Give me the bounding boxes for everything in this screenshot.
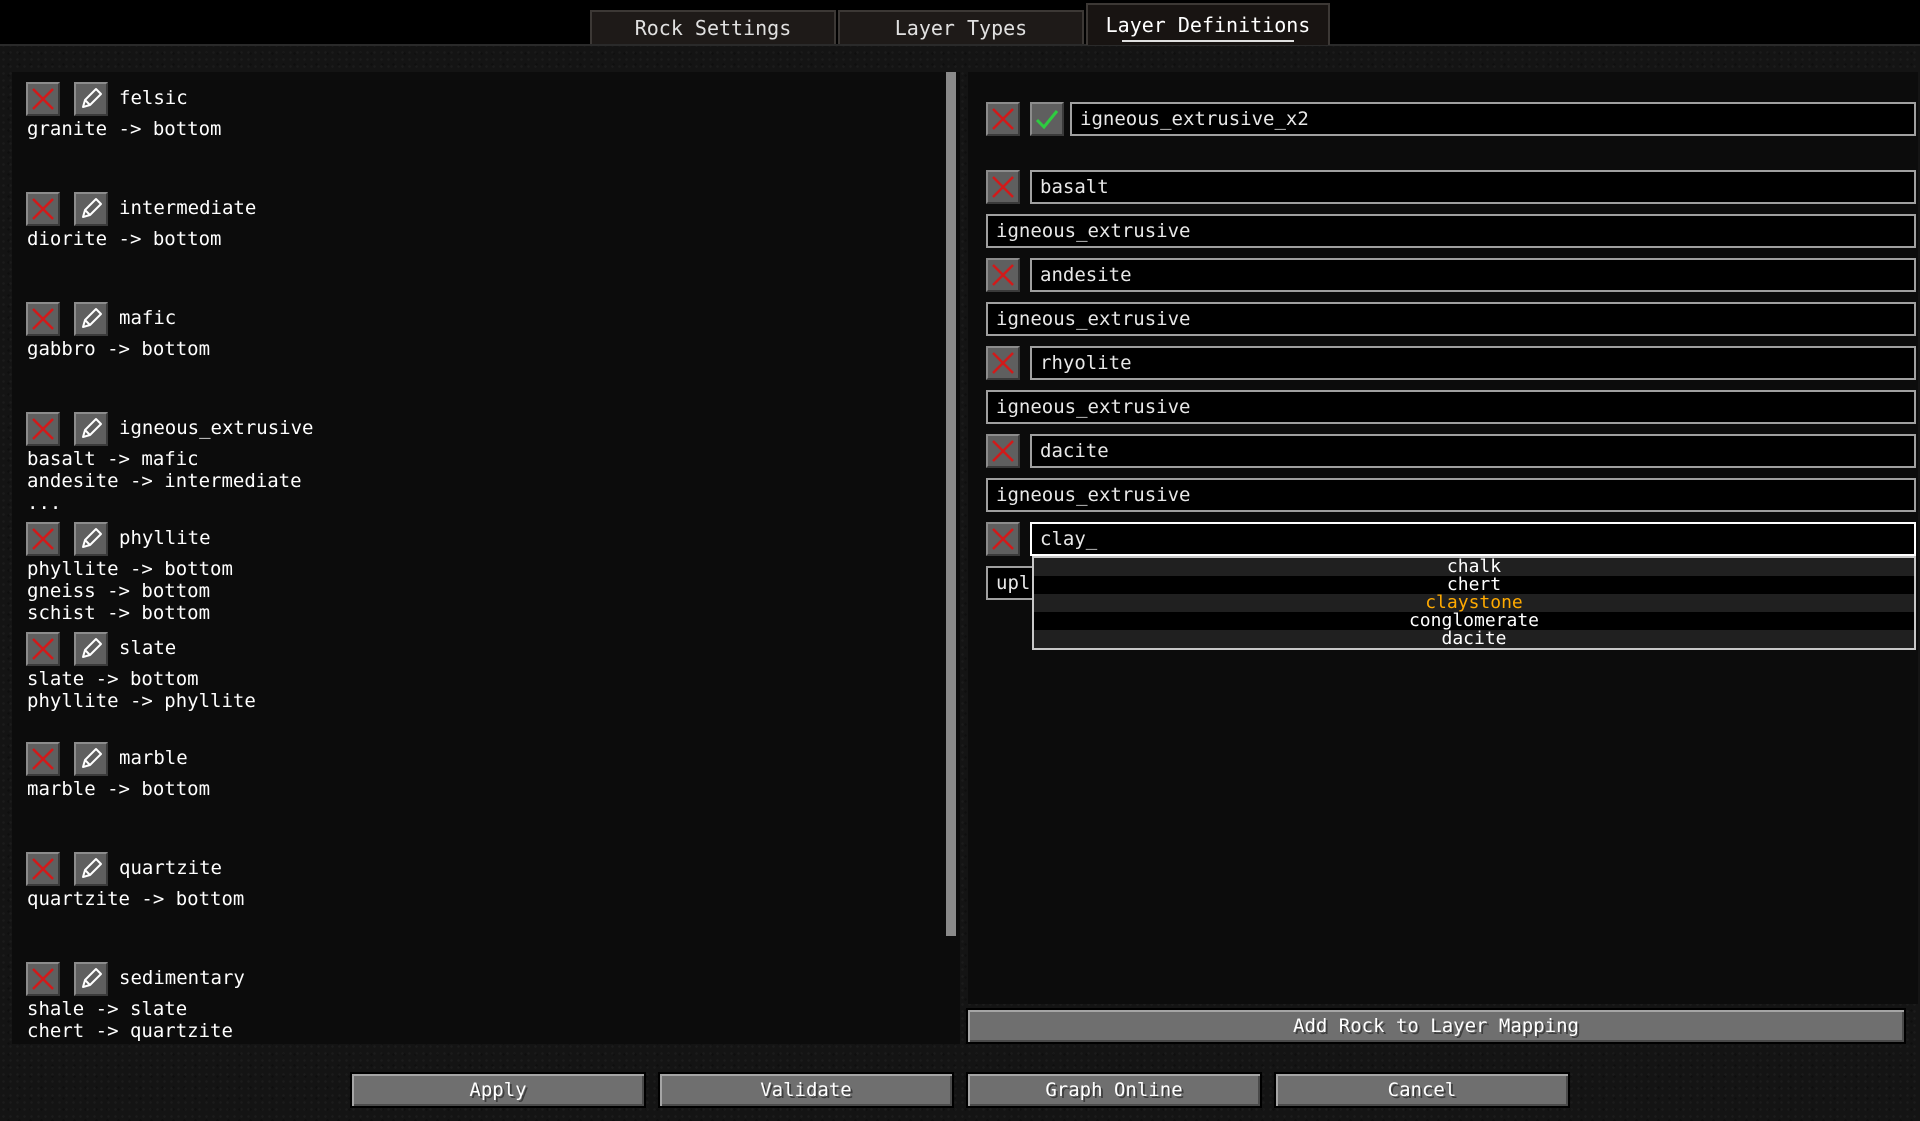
- pencil-icon: [82, 198, 102, 218]
- rock-input[interactable]: rhyolite: [1030, 346, 1916, 380]
- edit-layer-button[interactable]: [74, 82, 108, 116]
- delete-mapping-button[interactable]: [986, 434, 1020, 468]
- layer-mapping-line: basalt -> mafic: [27, 448, 199, 470]
- layer-name: intermediate: [119, 197, 257, 219]
- pencil-icon: [82, 748, 102, 768]
- edit-layer-button[interactable]: [74, 632, 108, 666]
- delete-x-icon: [32, 198, 54, 220]
- layer-name: igneous_extrusive: [119, 417, 314, 439]
- delete-x-icon: [992, 528, 1014, 550]
- pencil-icon: [82, 418, 102, 438]
- layer-name: felsic: [119, 87, 188, 109]
- tab-label: Layer Types: [894, 16, 1028, 40]
- layer-name: mafic: [119, 307, 177, 329]
- layer-name: quartzite: [119, 857, 222, 879]
- rock-input[interactable]: dacite: [1030, 434, 1916, 468]
- edit-layer-button[interactable]: [74, 742, 108, 776]
- delete-x-icon: [992, 352, 1014, 374]
- delete-layer-button[interactable]: [26, 742, 60, 776]
- layer-mapping-line: andesite -> intermediate: [27, 470, 302, 492]
- delete-x-icon: [32, 528, 54, 550]
- layer-mapping-line: schist -> bottom: [27, 602, 211, 624]
- rock-input[interactable]: clay_: [1030, 522, 1916, 556]
- autocomplete-option[interactable]: dacite: [1034, 630, 1914, 648]
- layer-mapping-line: shale -> slate: [27, 998, 188, 1020]
- pencil-icon: [82, 308, 102, 328]
- checkmark-icon: [1035, 110, 1059, 130]
- pencil-icon: [82, 858, 102, 878]
- delete-layer-button[interactable]: [26, 302, 60, 336]
- rock-input[interactable]: andesite: [1030, 258, 1916, 292]
- layer-mapping-line: slate -> bottom: [27, 668, 199, 690]
- layer-name: phyllite: [119, 527, 211, 549]
- scrollbar-thumb[interactable]: [946, 72, 956, 936]
- layer-input[interactable]: igneous_extrusive: [986, 302, 1916, 336]
- pencil-icon: [82, 528, 102, 548]
- layer-mapping-line: diorite -> bottom: [27, 228, 222, 250]
- tab-rock-settings[interactable]: Rock Settings: [590, 10, 836, 44]
- delete-layer-button[interactable]: [26, 192, 60, 226]
- edit-layer-button[interactable]: [74, 412, 108, 446]
- edit-layer-button[interactable]: [74, 522, 108, 556]
- layer-mapping-line: quartzite -> bottom: [27, 888, 245, 910]
- cancel-button[interactable]: Cancel: [1274, 1072, 1570, 1108]
- autocomplete-dropdown[interactable]: chalk chert claystone conglomerate dacite: [1032, 556, 1916, 650]
- layer-name: sedimentary: [119, 967, 245, 989]
- delete-layer-button[interactable]: [26, 412, 60, 446]
- delete-x-icon: [992, 176, 1014, 198]
- layer-mapping-line: marble -> bottom: [27, 778, 211, 800]
- delete-layer-button[interactable]: [26, 962, 60, 996]
- delete-x-icon: [992, 440, 1014, 462]
- pencil-icon: [82, 968, 102, 988]
- delete-layer-button[interactable]: [26, 82, 60, 116]
- layer-name: slate: [119, 637, 177, 659]
- tab-layer-definitions[interactable]: Layer Definitions: [1086, 3, 1330, 45]
- edit-layer-button[interactable]: [74, 852, 108, 886]
- delete-layer-button[interactable]: [26, 632, 60, 666]
- delete-x-icon: [992, 264, 1014, 286]
- rock-input[interactable]: basalt: [1030, 170, 1916, 204]
- layer-input[interactable]: igneous_extrusive: [986, 214, 1916, 248]
- confirm-button[interactable]: [1030, 102, 1064, 136]
- layer-mapping-line: phyllite -> phyllite: [27, 690, 256, 712]
- edit-layer-button[interactable]: [74, 962, 108, 996]
- add-rock-mapping-button[interactable]: Add Rock to Layer Mapping: [966, 1008, 1906, 1044]
- delete-mapping-button[interactable]: [986, 258, 1020, 292]
- tab-label: Rock Settings: [634, 16, 792, 40]
- pencil-icon: [82, 638, 102, 658]
- layer-input[interactable]: igneous_extrusive: [986, 478, 1916, 512]
- delete-mapping-button[interactable]: [986, 346, 1020, 380]
- layer-mapping-line: phyllite -> bottom: [27, 558, 233, 580]
- pencil-icon: [82, 88, 102, 108]
- delete-x-icon: [32, 88, 54, 110]
- delete-x-icon: [32, 638, 54, 660]
- apply-button[interactable]: Apply: [350, 1072, 646, 1108]
- delete-x-icon: [32, 748, 54, 770]
- active-tab-underline: [1122, 40, 1294, 42]
- layer-mapping-line: gabbro -> bottom: [27, 338, 211, 360]
- edit-layer-button[interactable]: [74, 192, 108, 226]
- delete-x-icon: [32, 418, 54, 440]
- delete-x-icon: [32, 308, 54, 330]
- validate-button[interactable]: Validate: [658, 1072, 954, 1108]
- layer-mapping-line: chert -> quartzite: [27, 1020, 233, 1042]
- graph-online-button[interactable]: Graph Online: [966, 1072, 1262, 1108]
- tab-layer-types[interactable]: Layer Types: [838, 10, 1084, 44]
- delete-mapping-button[interactable]: [986, 170, 1020, 204]
- delete-layer-button[interactable]: [26, 522, 60, 556]
- delete-layer-button[interactable]: [986, 102, 1020, 136]
- layer-name-input[interactable]: igneous_extrusive_x2: [1070, 102, 1916, 136]
- layer-name: marble: [119, 747, 188, 769]
- layer-input[interactable]: igneous_extrusive: [986, 390, 1916, 424]
- layer-mapping-line: gneiss -> bottom: [27, 580, 211, 602]
- delete-x-icon: [32, 858, 54, 880]
- edit-layer-button[interactable]: [74, 302, 108, 336]
- delete-mapping-button[interactable]: [986, 522, 1020, 556]
- delete-x-icon: [992, 108, 1014, 130]
- delete-layer-button[interactable]: [26, 852, 60, 886]
- layer-mapping-line: ...: [27, 492, 62, 514]
- delete-x-icon: [32, 968, 54, 990]
- tab-label: Layer Definitions: [1105, 13, 1311, 37]
- layer-mapping-line: granite -> bottom: [27, 118, 222, 140]
